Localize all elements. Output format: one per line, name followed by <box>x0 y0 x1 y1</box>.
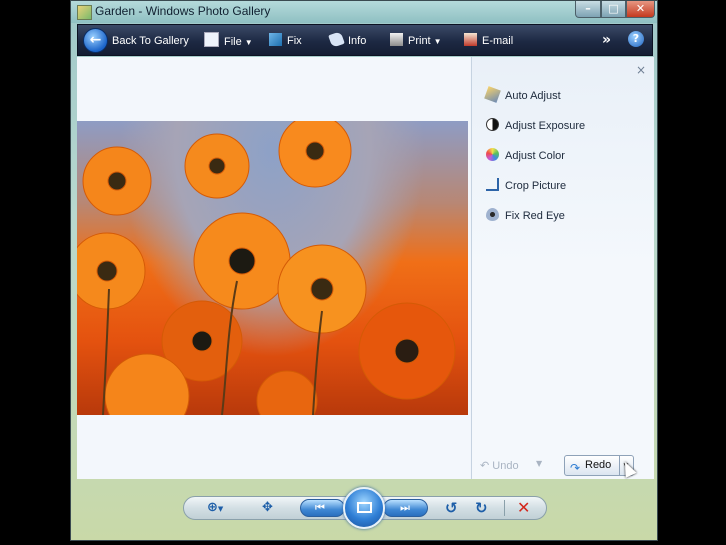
redo-arrow-icon: ↷ <box>570 461 581 475</box>
print-menu-button[interactable]: Print ▼ <box>390 32 442 50</box>
previous-button[interactable]: ⏮ <box>300 499 345 517</box>
exposure-icon <box>486 118 499 131</box>
auto-adjust-button[interactable]: Auto Adjust <box>484 86 561 106</box>
fix-red-eye-label: Fix Red Eye <box>505 210 565 222</box>
info-label: Info <box>348 35 367 47</box>
info-tag-icon <box>328 31 345 48</box>
window-title: Garden - Windows Photo Gallery <box>95 4 271 18</box>
fix-red-eye-button[interactable]: Fix Red Eye <box>486 206 565 226</box>
fix-label: Fix <box>287 35 302 47</box>
rotate-counterclockwise-icon[interactable]: ↺ <box>445 499 458 517</box>
close-button[interactable]: ✕ <box>626 1 655 18</box>
photo-gallery-window: Garden - Windows Photo Gallery – □ ✕ ← B… <box>70 0 658 541</box>
previous-icon: ⏮ <box>315 501 325 514</box>
info-button[interactable]: Info <box>328 31 367 50</box>
play-slide-show-button[interactable] <box>343 487 385 529</box>
divider <box>504 500 505 516</box>
auto-adjust-label: Auto Adjust <box>505 90 561 102</box>
email-icon <box>464 33 477 46</box>
close-fix-pane-button[interactable]: × <box>636 63 646 77</box>
photo-image[interactable] <box>77 121 468 415</box>
printer-icon <box>390 33 403 46</box>
file-icon <box>204 32 219 47</box>
chevron-down-icon: ▼ <box>244 38 253 47</box>
redo-label: Redo <box>585 459 612 471</box>
crop-picture-button[interactable]: Crop Picture <box>486 176 566 196</box>
next-button[interactable]: ⏭ <box>383 499 428 517</box>
back-to-gallery-button[interactable]: Back To Gallery <box>112 32 189 50</box>
title-bar[interactable]: Garden - Windows Photo Gallery – □ ✕ <box>71 1 657 23</box>
file-menu-button[interactable]: File ▼ <box>204 32 253 50</box>
fix-pane: × Auto Adjust Adjust Exposure Adjust Col… <box>471 57 654 479</box>
adjust-color-button[interactable]: Adjust Color <box>486 146 565 166</box>
command-toolbar: ← Back To Gallery File ▼ Fix Info Print ▼ … <box>77 24 653 56</box>
navigation-controls: ⊕▼ ✥ ⏮ ⏭ ↺ ↻ ✕ <box>71 481 657 540</box>
help-button[interactable]: ? <box>628 31 644 47</box>
actual-size-icon[interactable]: ✥ <box>262 500 273 515</box>
crop-picture-label: Crop Picture <box>505 180 567 192</box>
maximize-button[interactable]: □ <box>601 1 626 18</box>
undo-dropdown-icon[interactable]: ▼ <box>536 459 542 468</box>
more-commands-button[interactable]: » <box>602 32 611 48</box>
adjust-exposure-label: Adjust Exposure <box>505 120 586 132</box>
undo-label: Undo <box>492 460 519 472</box>
rotate-clockwise-icon[interactable]: ↻ <box>475 499 488 517</box>
photo-viewer <box>77 57 470 479</box>
photo-gallery-app-icon <box>77 5 92 20</box>
back-arrow-icon[interactable]: ← <box>83 28 108 53</box>
adjust-exposure-button[interactable]: Adjust Exposure <box>486 116 585 136</box>
undo-arrow-icon: ↶ <box>480 460 490 472</box>
eye-icon <box>486 208 499 221</box>
color-wheel-icon <box>486 148 499 161</box>
fix-icon <box>269 33 282 46</box>
print-label: Print <box>408 35 431 47</box>
crop-icon <box>486 178 499 191</box>
undo-button[interactable]: ↶ Undo <box>480 459 519 472</box>
magic-wand-icon <box>484 86 501 103</box>
main-content: × Auto Adjust Adjust Exposure Adjust Col… <box>77 57 654 479</box>
next-icon: ⏭ <box>400 501 410 514</box>
delete-icon[interactable]: ✕ <box>517 498 530 517</box>
flower-photo-drawing <box>77 121 456 415</box>
chevron-down-icon: ▼ <box>433 37 442 46</box>
email-label: E-mail <box>482 35 514 47</box>
slideshow-icon <box>357 502 372 513</box>
file-menu-label: File <box>224 36 242 48</box>
zoom-icon[interactable]: ⊕▼ <box>207 500 223 515</box>
adjust-color-label: Adjust Color <box>505 150 565 162</box>
fix-button[interactable]: Fix <box>269 32 302 50</box>
email-button[interactable]: E-mail <box>464 32 513 50</box>
minimize-button[interactable]: – <box>575 1 601 18</box>
